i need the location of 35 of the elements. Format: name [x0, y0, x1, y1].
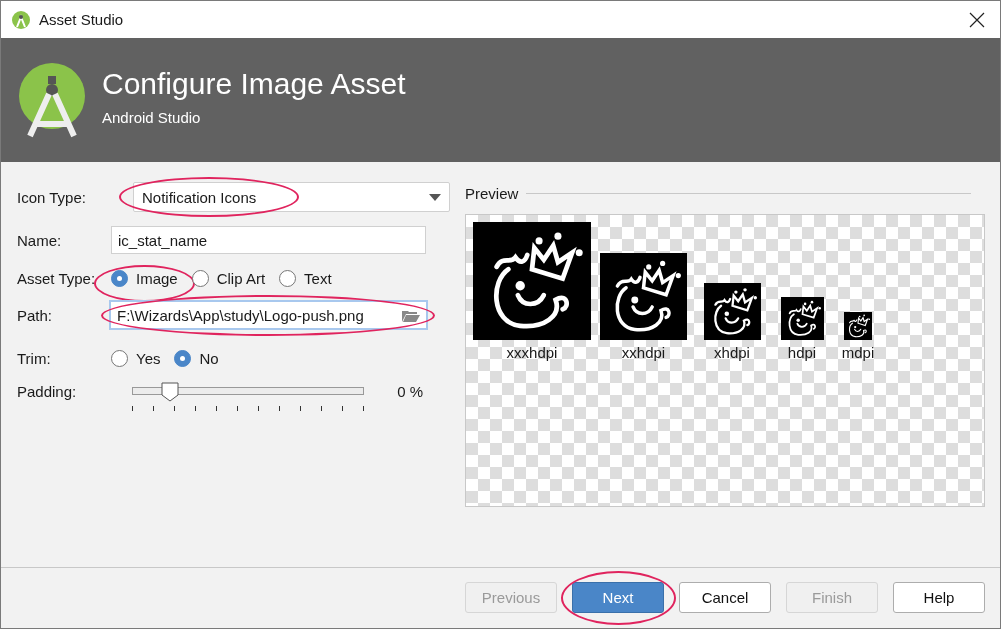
- field-label: Icon Type:: [17, 188, 87, 206]
- radio-button[interactable]: Yes: [111, 349, 161, 367]
- density-label: mdpi: [841, 344, 875, 361]
- density-label: xhdpi: [714, 344, 750, 361]
- field-label: Path:: [17, 306, 54, 324]
- icon-preview-drawing: [844, 312, 872, 340]
- dialog-button[interactable]: Next: [572, 581, 664, 613]
- window-title: Asset Studio: [39, 11, 124, 28]
- radio-button[interactable]: Image: [111, 269, 178, 287]
- android-studio-icon: [11, 9, 31, 30]
- radio-button[interactable]: Clip Art: [191, 269, 266, 287]
- field-label: Name:: [17, 231, 63, 249]
- android-studio-logo-icon: [18, 62, 86, 138]
- density-label: xxhdpi: [621, 344, 666, 361]
- icon-preview-drawing: [703, 283, 761, 340]
- field-label: Trim:: [17, 349, 52, 367]
- density-label: xxxhdpi: [506, 344, 558, 361]
- density-label: hdpi: [787, 344, 817, 361]
- folder-icon[interactable]: [402, 308, 420, 322]
- padding-value: 0 %: [397, 382, 423, 400]
- icon-type-dropdown[interactable]: Notification Icons: [133, 182, 450, 212]
- slider-thumb[interactable]: [160, 382, 179, 402]
- field-label: Padding:: [17, 382, 78, 400]
- caret-icon: [429, 193, 441, 201]
- path-field[interactable]: F:\Wizards\App\study\Logo-push.png: [109, 300, 428, 330]
- page-title: Configure Image Asset: [102, 66, 406, 101]
- name-field[interactable]: ic_stat_name: [111, 226, 426, 254]
- dialog-button[interactable]: Help: [893, 581, 985, 613]
- icon-preview-drawing: [780, 297, 824, 340]
- field-label: Asset Type:: [17, 269, 97, 287]
- page-subtitle: Android Studio: [102, 108, 202, 126]
- radio-button[interactable]: Text: [279, 269, 332, 287]
- radio-button[interactable]: No: [174, 349, 219, 367]
- dialog-button[interactable]: Cancel: [679, 581, 771, 613]
- preview-title: Preview: [465, 184, 519, 202]
